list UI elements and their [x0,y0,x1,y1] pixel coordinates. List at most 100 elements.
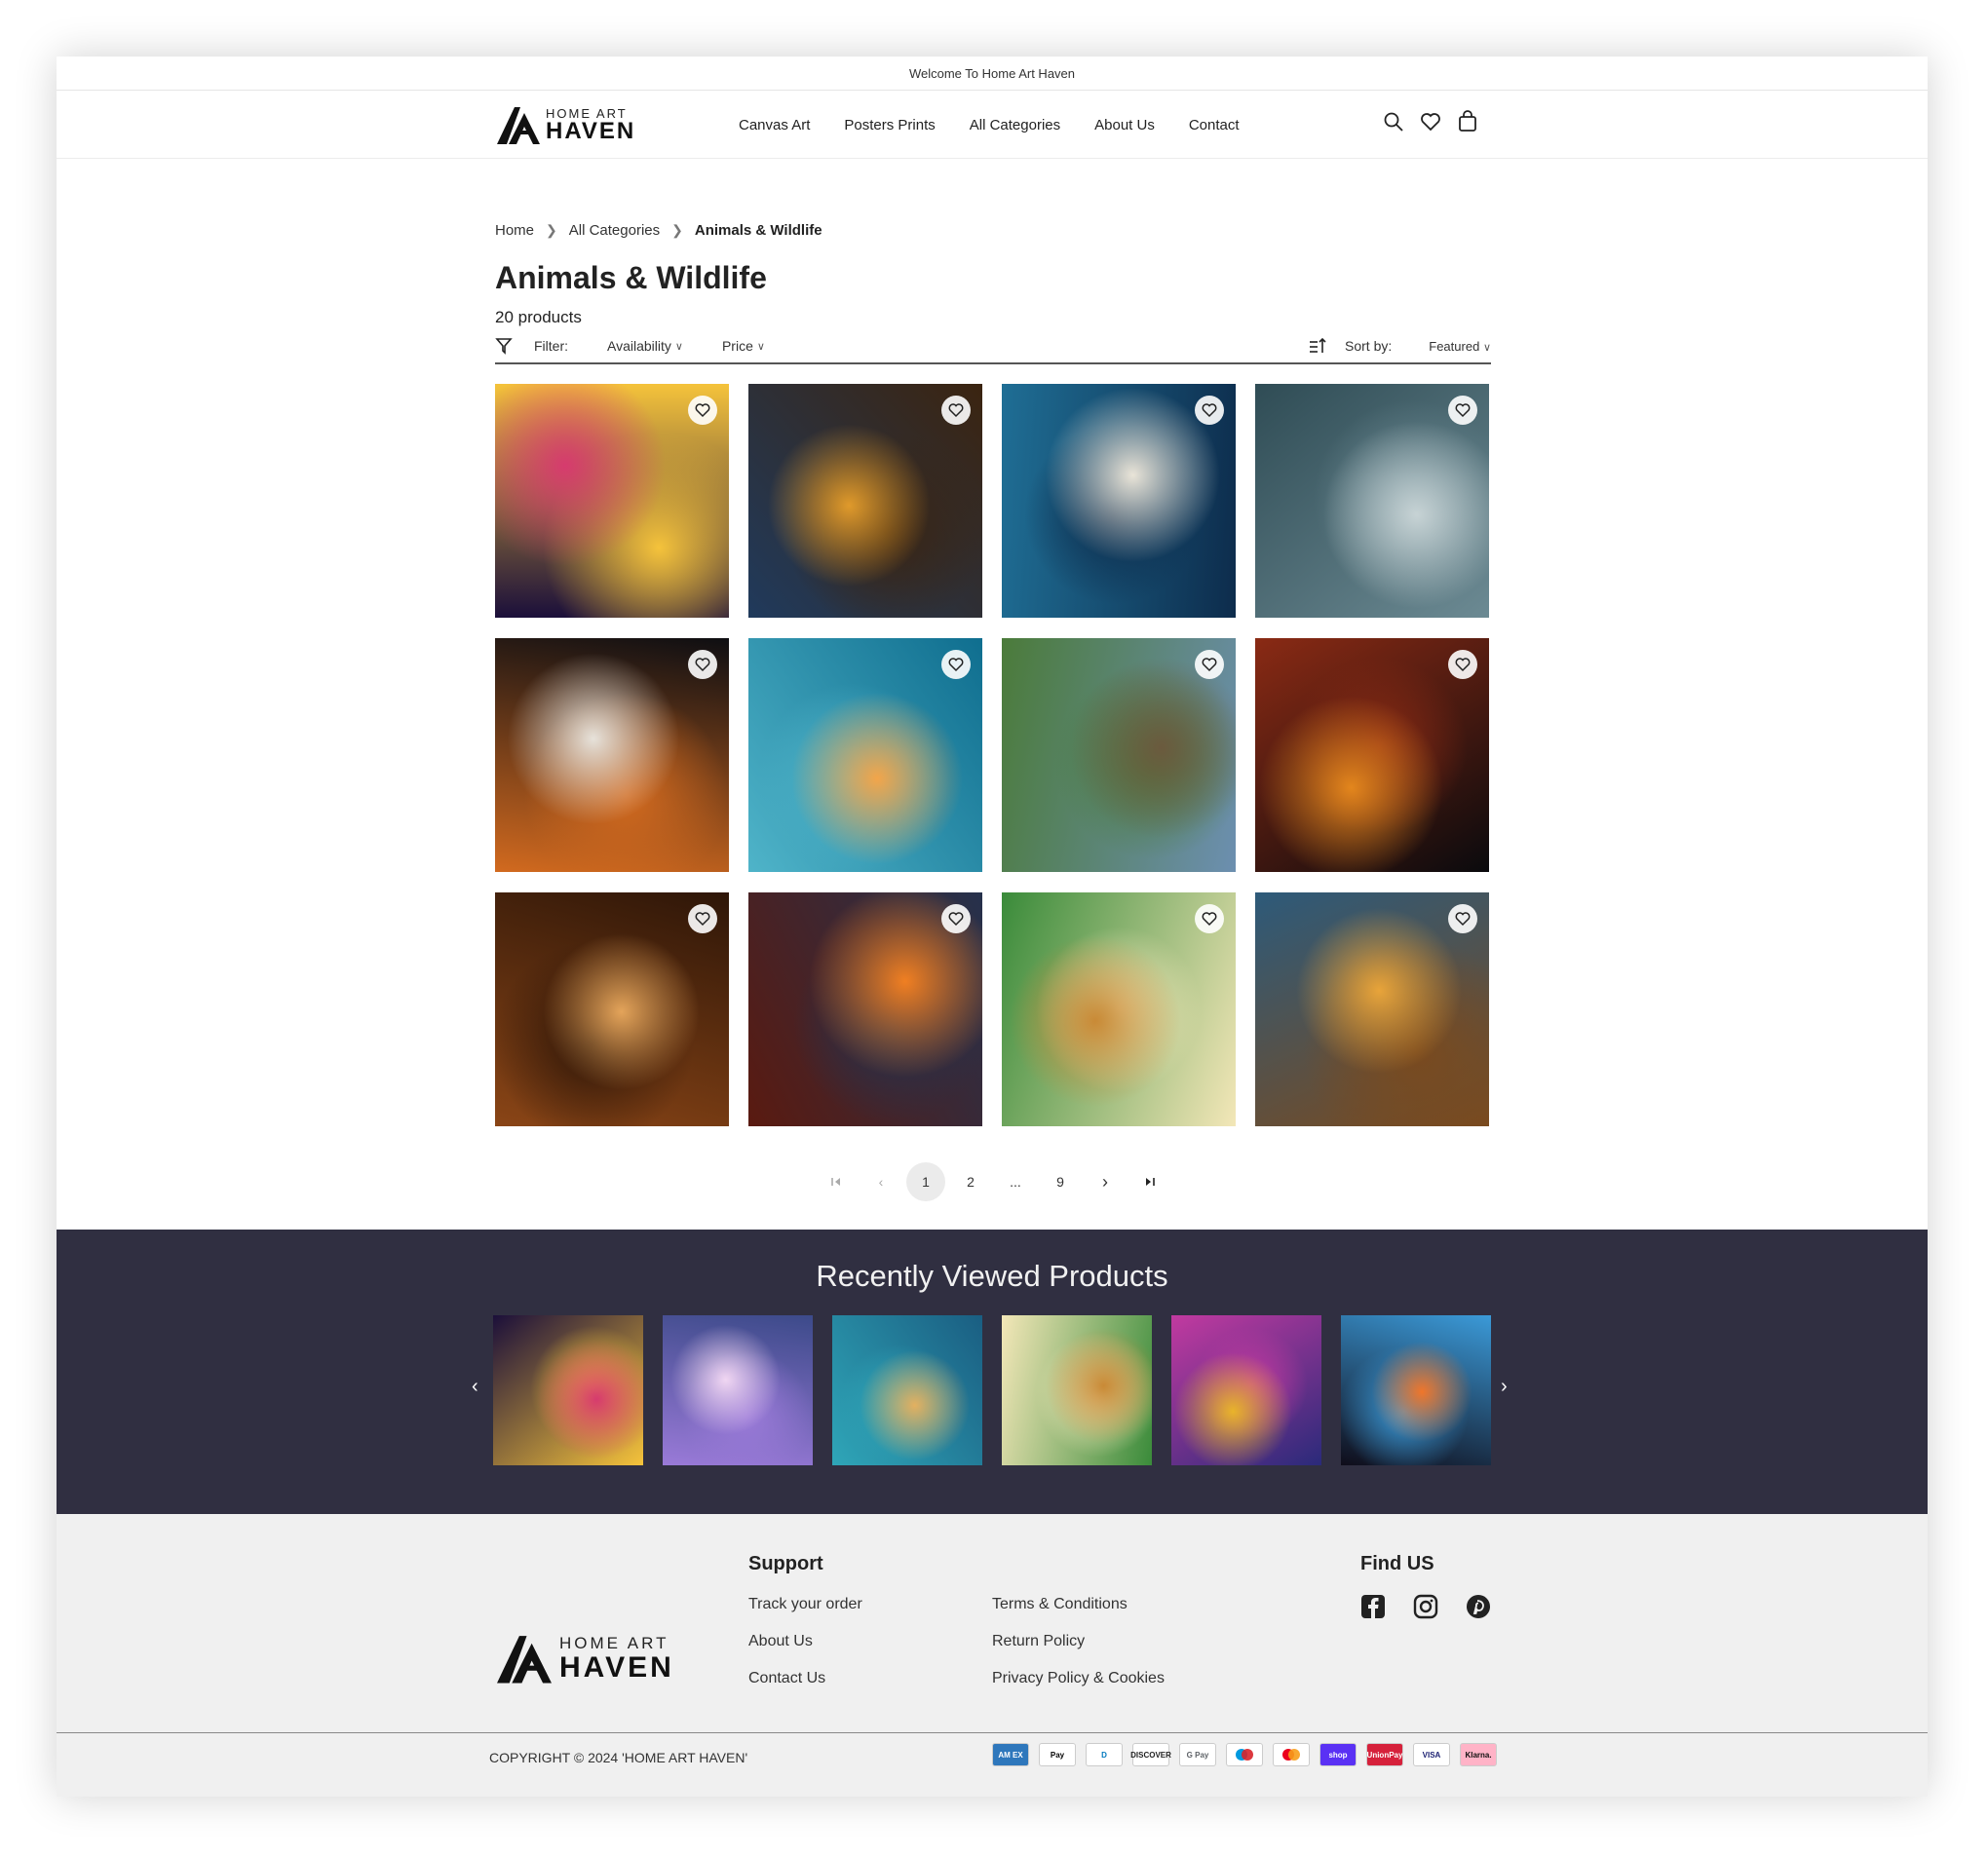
link-return-policy[interactable]: Return Policy [992,1633,1165,1650]
recently-viewed-section: Recently Viewed Products ‹ › [57,1230,1928,1514]
product-card[interactable] [1002,384,1236,618]
payment-badge: DISCOVER [1130,1743,1171,1766]
recent-carousel [493,1315,1491,1465]
wishlist-heart-icon[interactable] [1448,650,1477,679]
payment-badge: G Pay [1179,1743,1216,1766]
payment-badge: Klarna. [1460,1743,1497,1766]
social-links [1360,1594,1491,1619]
sort-value: Featured [1429,338,1480,354]
payment-badge: AM EX [992,1743,1029,1766]
availability-label: Availability [607,338,671,354]
recent-title: Recently Viewed Products [816,1259,1168,1293]
wishlist-heart-icon[interactable] [688,650,717,679]
heart-icon[interactable] [1419,110,1442,133]
product-card[interactable] [1255,638,1489,872]
price-dropdown[interactable]: Price ∨ [722,338,765,354]
find-us-heading: Find US [1360,1553,1434,1574]
recent-product-thumb[interactable] [493,1315,643,1465]
wishlist-heart-icon[interactable] [941,396,971,425]
logo[interactable]: HOME ART HAVEN [495,103,635,146]
search-icon[interactable] [1382,110,1405,133]
link-about-us[interactable]: About Us [748,1633,862,1650]
product-card[interactable] [495,384,729,618]
price-label: Price [721,338,753,354]
chevron-down-icon: ∨ [1482,341,1491,354]
recent-product-thumb[interactable] [1341,1315,1491,1465]
wishlist-heart-icon[interactable] [1195,650,1224,679]
sort-dropdown[interactable]: Featured ∨ [1429,339,1491,354]
product-card[interactable] [1002,638,1236,872]
wishlist-heart-icon[interactable] [1448,396,1477,425]
payment-badge: Pay [1039,1743,1076,1766]
footer-divider [57,1732,1928,1733]
product-card[interactable] [748,892,982,1126]
payment-badge [1226,1743,1263,1766]
breadcrumb-home[interactable]: Home [495,222,534,239]
cart-icon[interactable] [1456,110,1479,133]
facebook-icon[interactable] [1360,1594,1386,1619]
chevron-down-icon: ∨ [674,340,683,353]
sort-label: Sort by: [1345,338,1393,354]
payment-badge: VISA [1413,1743,1450,1766]
availability-dropdown[interactable]: Availability ∨ [607,338,683,354]
product-card[interactable] [748,638,982,872]
link-contact-us[interactable]: Contact Us [748,1670,862,1687]
prev-page-icon[interactable]: ‹ [861,1162,900,1201]
footer-logo-line1: HOME ART [559,1634,669,1652]
page-9[interactable]: 9 [1041,1162,1080,1201]
recent-product-thumb[interactable] [1171,1315,1321,1465]
product-card[interactable] [495,638,729,872]
pinterest-icon[interactable] [1466,1594,1491,1619]
nav-posters-prints[interactable]: Posters Prints [844,117,935,133]
wishlist-heart-icon[interactable] [688,396,717,425]
breadcrumb-current: Animals & Wildlife [694,222,822,239]
recent-product-thumb[interactable] [1002,1315,1152,1465]
first-page-icon[interactable] [817,1162,856,1201]
next-page-icon[interactable]: › [1086,1162,1125,1201]
footer-logo[interactable]: HOME ART HAVEN [493,1631,674,1686]
payment-badge: UnionPay [1366,1743,1403,1766]
wishlist-heart-icon[interactable] [941,904,971,933]
wishlist-heart-icon[interactable] [688,904,717,933]
wishlist-heart-icon[interactable] [941,650,971,679]
announcement-text: Welcome To Home Art Haven [908,65,1076,81]
footer-logo-line2: HAVEN [559,1651,674,1684]
main-nav: Canvas Art Posters Prints All Categories… [739,91,1240,159]
nav-contact[interactable]: Contact [1189,117,1240,133]
recent-product-thumb[interactable] [832,1315,982,1465]
recent-product-thumb[interactable] [663,1315,813,1465]
product-card[interactable] [1255,892,1489,1126]
page-2[interactable]: 2 [951,1162,990,1201]
wishlist-heart-icon[interactable] [1448,904,1477,933]
sort-control: Sort by: Featured ∨ [1308,329,1491,362]
support-links-1: Track your order About Us Contact Us [748,1596,862,1687]
nav-all-categories[interactable]: All Categories [970,117,1060,133]
filter-bar: Filter: Availability ∨ Price ∨ Sort by: … [495,329,1491,364]
page-ellipsis: ... [1010,1174,1021,1190]
nav-about-us[interactable]: About Us [1094,117,1155,133]
link-track-order[interactable]: Track your order [748,1596,862,1613]
link-privacy[interactable]: Privacy Policy & Cookies [992,1670,1165,1687]
carousel-next-icon[interactable]: › [1501,1376,1508,1398]
product-count: 20 products [495,308,582,326]
link-terms[interactable]: Terms & Conditions [992,1596,1165,1613]
payment-badge: D [1086,1743,1123,1766]
carousel-prev-icon[interactable]: ‹ [472,1376,478,1398]
filter-label: Filter: [534,338,568,354]
product-card[interactable] [1255,384,1489,618]
wishlist-heart-icon[interactable] [1195,396,1224,425]
product-card[interactable] [1002,892,1236,1126]
product-card[interactable] [495,892,729,1126]
instagram-icon[interactable] [1413,1594,1438,1619]
last-page-icon[interactable] [1130,1162,1169,1201]
breadcrumb-all-categories[interactable]: All Categories [569,222,660,239]
collection-content: Home ❯ All Categories ❯ Animals & Wildli… [495,222,1491,1126]
product-card[interactable] [748,384,982,618]
payment-badge: shop [1319,1743,1357,1766]
nav-canvas-art[interactable]: Canvas Art [739,117,810,133]
wishlist-heart-icon[interactable] [1195,904,1224,933]
page-1[interactable]: 1 [906,1162,945,1201]
pagination: ‹ 1 2 ... 9 › [817,1162,1169,1201]
announcement-bar: Welcome To Home Art Haven [57,57,1928,91]
filter-icon [495,338,513,355]
